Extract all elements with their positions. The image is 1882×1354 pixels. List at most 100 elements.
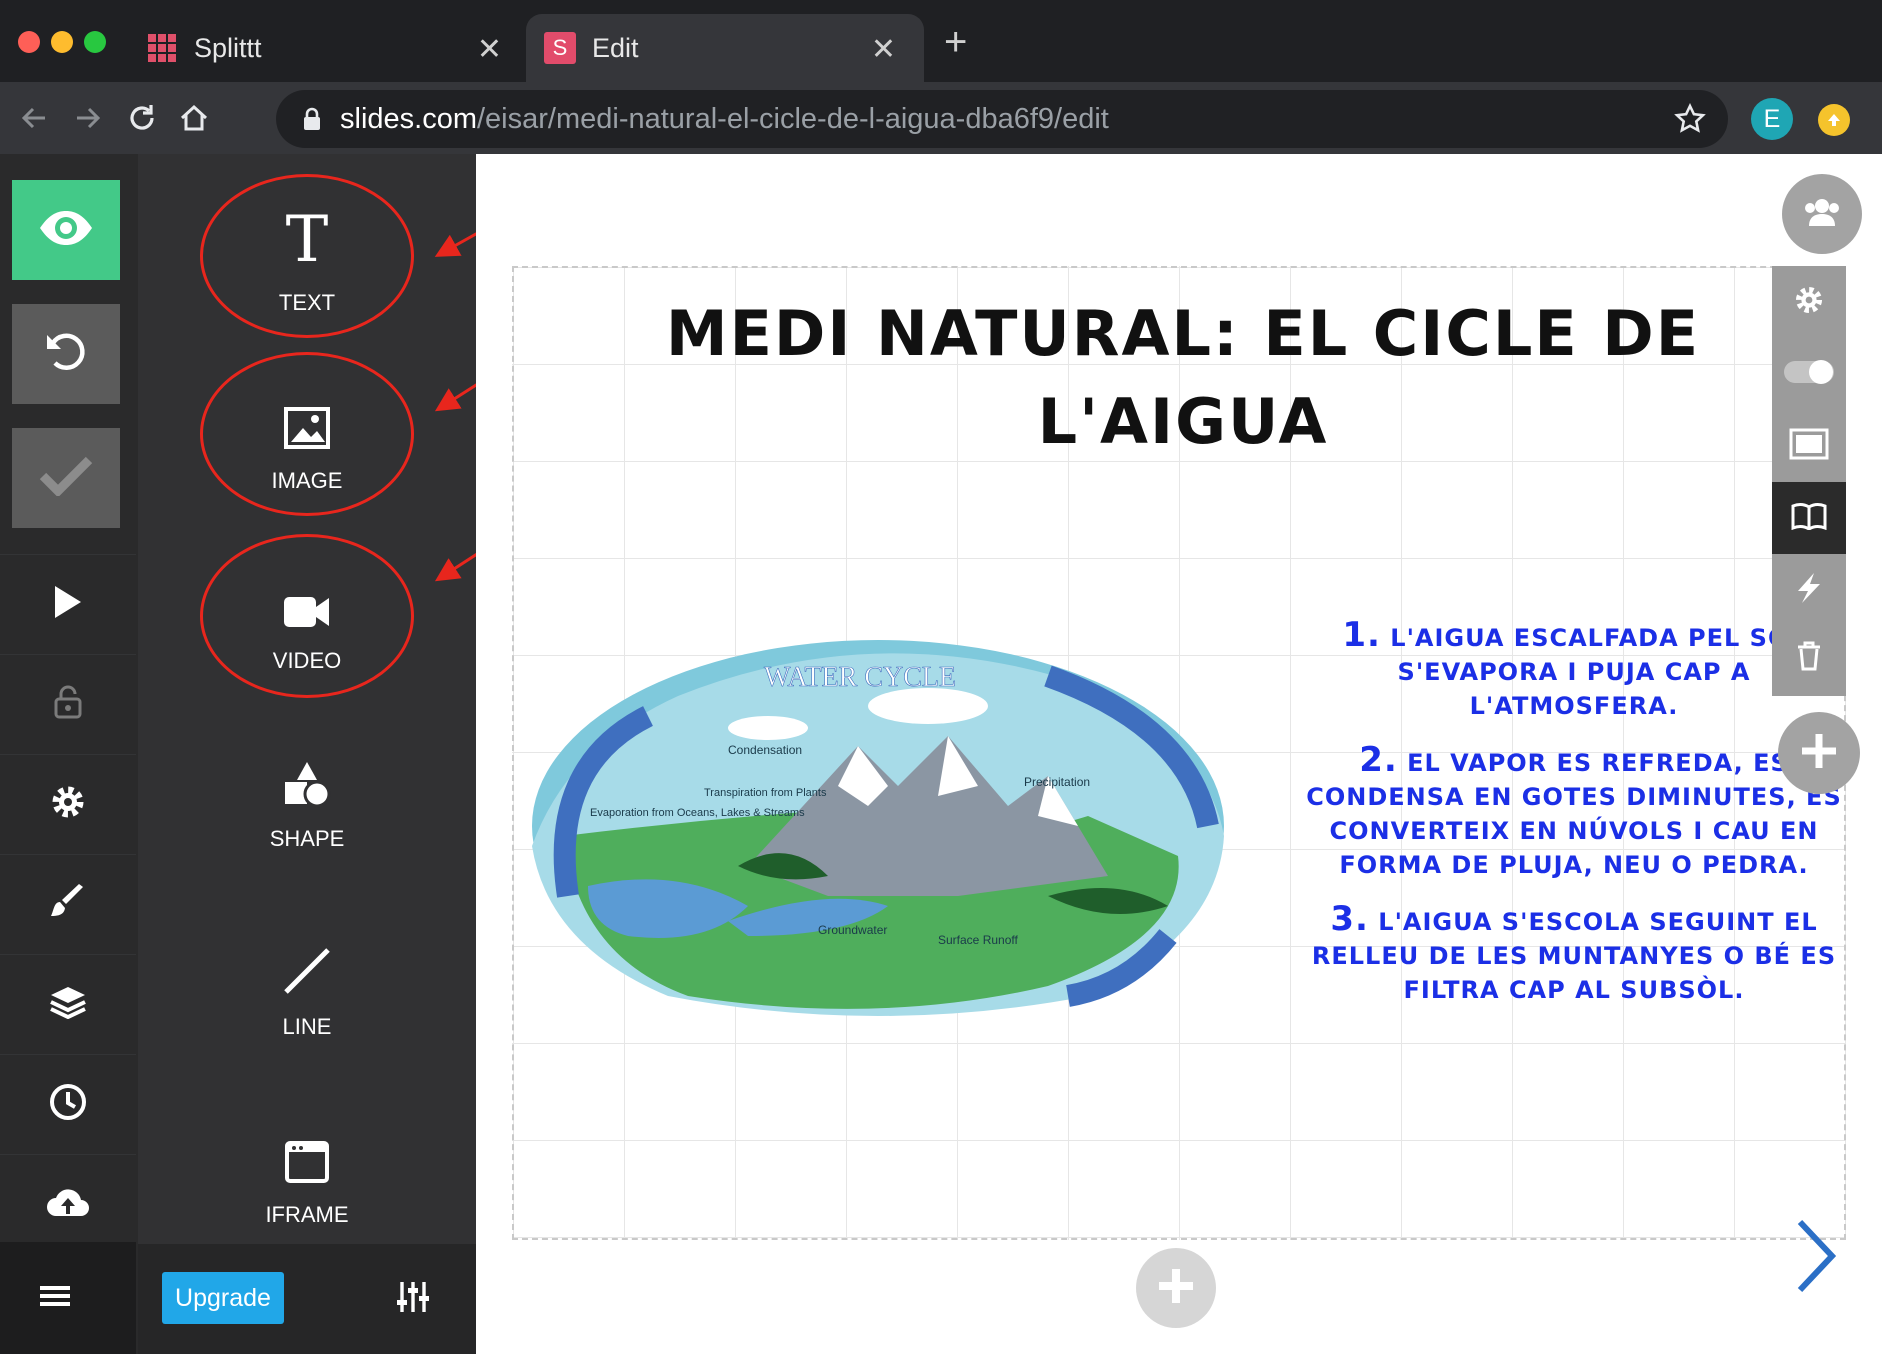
slide-tools bbox=[1772, 266, 1846, 696]
reload-icon[interactable] bbox=[118, 94, 166, 142]
next-slide-button[interactable] bbox=[1794, 1218, 1838, 1299]
close-tab-icon[interactable]: ✕ bbox=[871, 32, 896, 67]
new-tab-button[interactable]: + bbox=[944, 20, 967, 65]
tab-edit[interactable]: S Edit ✕ bbox=[526, 14, 924, 82]
browser-window: Splittt ✕ S Edit ✕ + slides.com/eisar/me… bbox=[0, 0, 1882, 1354]
step-number: 2. bbox=[1359, 740, 1398, 780]
panel-item-label: IFRAME bbox=[265, 1202, 349, 1227]
step-text: L'AIGUA ESCALFADA PEL SOL S'EVAPORA I PU… bbox=[1390, 624, 1806, 720]
line-icon bbox=[282, 932, 332, 996]
frame-icon bbox=[1789, 428, 1829, 465]
shapes-icon bbox=[283, 744, 331, 808]
slide-settings-button[interactable] bbox=[1772, 266, 1846, 338]
url-path: /eisar/medi-natural-el-cicle-de-l-aigua-… bbox=[477, 102, 1109, 135]
frame-button[interactable] bbox=[1772, 410, 1846, 482]
editor-canvas: MEDI NATURAL: EL CICLE DE L'AIGUA WATER bbox=[476, 154, 1882, 1354]
close-window-button[interactable] bbox=[18, 31, 40, 53]
minimize-window-button[interactable] bbox=[51, 31, 73, 53]
clock-icon bbox=[49, 1083, 87, 1126]
layers-button[interactable] bbox=[0, 954, 136, 1054]
tab-splittt[interactable]: Splittt ✕ bbox=[140, 14, 530, 82]
extension-icon[interactable] bbox=[1818, 104, 1850, 136]
chevron-right-icon bbox=[1794, 1219, 1838, 1298]
step-text: L'AIGUA S'ESCOLA SEGUINT EL RELLEU DE LE… bbox=[1311, 908, 1837, 1004]
publish-button[interactable] bbox=[0, 1154, 136, 1254]
settings-button[interactable] bbox=[0, 754, 136, 854]
home-icon[interactable] bbox=[170, 94, 218, 142]
highlight-circle bbox=[200, 352, 414, 516]
editor-sidebar bbox=[0, 154, 138, 1354]
notes-button[interactable] bbox=[1772, 482, 1846, 554]
lightning-icon bbox=[1794, 572, 1824, 609]
highlight-circle bbox=[200, 174, 414, 338]
trash-icon bbox=[1796, 641, 1822, 676]
diagram-label: Evaporation from Oceans, Lakes & Streams bbox=[590, 807, 805, 819]
lock-icon bbox=[54, 685, 82, 724]
address-bar[interactable]: slides.com/eisar/medi-natural-el-cicle-d… bbox=[276, 90, 1728, 148]
add-slide-right-button[interactable] bbox=[1778, 712, 1860, 794]
collaborators-icon bbox=[1803, 197, 1841, 232]
diagram-label: Transpiration from Plants bbox=[704, 787, 827, 799]
slide[interactable]: MEDI NATURAL: EL CICLE DE L'AIGUA WATER bbox=[512, 266, 1846, 1240]
add-slide-down-icon bbox=[1155, 1265, 1197, 1312]
gear-icon bbox=[1793, 284, 1825, 321]
lock-icon[interactable] bbox=[302, 107, 322, 131]
forward-icon[interactable] bbox=[64, 94, 112, 142]
panel-item-label: SHAPE bbox=[269, 826, 345, 851]
diagram-title: WATER CYCLE bbox=[764, 662, 956, 693]
step-item: 2. EL VAPOR ES REFREDA, ES CONDENSA EN G… bbox=[1304, 743, 1844, 882]
iframe-icon bbox=[284, 1120, 330, 1184]
profile-avatar[interactable]: E bbox=[1751, 98, 1793, 140]
gear-icon bbox=[49, 783, 87, 826]
add-slide-right-icon bbox=[1799, 731, 1839, 776]
add-iframe-button[interactable]: IFRAME bbox=[138, 1120, 476, 1228]
address-toolbar: slides.com/eisar/medi-natural-el-cicle-d… bbox=[0, 82, 1882, 154]
slides-favicon-icon: S bbox=[544, 32, 576, 64]
tab-title: Edit bbox=[592, 32, 639, 63]
lock-button[interactable] bbox=[0, 654, 136, 754]
sliders-icon[interactable] bbox=[396, 1280, 430, 1319]
toggle-button[interactable] bbox=[1772, 338, 1846, 410]
maximize-window-button[interactable] bbox=[84, 31, 106, 53]
tab-title: Splittt bbox=[194, 32, 262, 63]
diagram-label: Precipitation bbox=[1024, 775, 1090, 789]
book-icon bbox=[1791, 502, 1827, 535]
water-cycle-diagram[interactable]: WATER CYCLE Condensation Transpiration f… bbox=[528, 636, 1228, 1016]
step-number: 1. bbox=[1342, 615, 1381, 655]
step-number: 3. bbox=[1330, 899, 1369, 939]
add-line-button[interactable]: LINE bbox=[138, 932, 476, 1040]
history-button[interactable] bbox=[0, 1054, 136, 1154]
bookmark-star-icon[interactable] bbox=[1674, 102, 1706, 143]
play-icon bbox=[53, 584, 83, 625]
slide-title[interactable]: MEDI NATURAL: EL CICLE DE L'AIGUA bbox=[638, 290, 1728, 466]
delete-slide-button[interactable] bbox=[1772, 622, 1846, 694]
back-icon[interactable] bbox=[10, 94, 58, 142]
menu-icon bbox=[40, 1284, 70, 1313]
undo-button[interactable] bbox=[12, 304, 120, 404]
grid-favicon-icon bbox=[146, 32, 178, 64]
eye-icon bbox=[38, 208, 94, 253]
panel-item-label: LINE bbox=[282, 1014, 332, 1039]
diagram-label: Groundwater bbox=[818, 923, 887, 937]
add-slide-down-button[interactable] bbox=[1136, 1248, 1216, 1328]
cloud-upload-icon bbox=[46, 1186, 90, 1223]
diagram-label: Condensation bbox=[728, 743, 802, 757]
add-shape-button[interactable]: SHAPE bbox=[138, 744, 476, 852]
preview-button[interactable] bbox=[12, 180, 120, 280]
panel-footer: Upgrade bbox=[138, 1244, 476, 1354]
highlight-circle bbox=[200, 534, 414, 698]
step-item: 1. L'AIGUA ESCALFADA PEL SOL S'EVAPORA I… bbox=[1304, 618, 1844, 723]
collaborators-button[interactable] bbox=[1782, 174, 1862, 254]
animate-button[interactable] bbox=[1772, 554, 1846, 626]
style-button[interactable] bbox=[0, 854, 136, 954]
menu-button[interactable] bbox=[0, 1242, 136, 1354]
upgrade-button[interactable]: Upgrade bbox=[162, 1272, 284, 1324]
tab-bar: Splittt ✕ S Edit ✕ + bbox=[0, 0, 1882, 82]
url-domain: slides.com bbox=[340, 102, 477, 135]
check-icon bbox=[39, 456, 93, 501]
undo-icon bbox=[43, 329, 89, 380]
close-tab-icon[interactable]: ✕ bbox=[477, 32, 502, 67]
present-button[interactable] bbox=[0, 554, 136, 654]
steps-text[interactable]: 1. L'AIGUA ESCALFADA PEL SOL S'EVAPORA I… bbox=[1304, 618, 1844, 1027]
save-button[interactable] bbox=[12, 428, 120, 528]
